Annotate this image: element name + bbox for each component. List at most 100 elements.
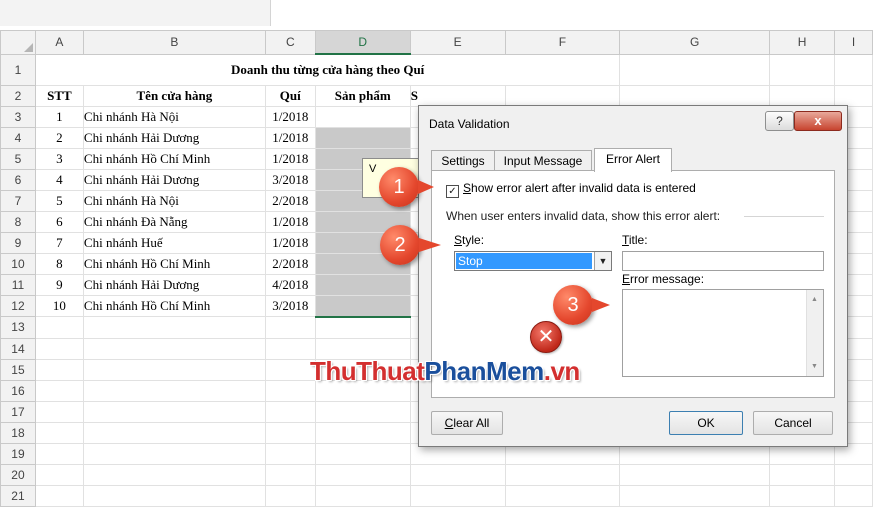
stt-cell[interactable]: 3 — [34, 147, 84, 170]
row-header[interactable]: 6 — [0, 168, 36, 191]
column-header-f[interactable]: F — [504, 30, 621, 55]
scroll-down-icon[interactable]: ▼ — [811, 363, 818, 370]
product-cell[interactable] — [314, 294, 411, 318]
error-message-input[interactable]: ▲ ▼ — [622, 289, 824, 377]
quarter-cell[interactable]: 4/2018 — [264, 273, 316, 296]
cell[interactable] — [82, 337, 266, 360]
row-header[interactable]: 4 — [0, 126, 36, 149]
cell[interactable] — [504, 84, 621, 107]
row-header[interactable]: 20 — [0, 463, 36, 486]
close-button[interactable]: x — [794, 111, 842, 131]
cell[interactable] — [769, 53, 835, 86]
row-header[interactable]: 10 — [0, 252, 36, 275]
title-input[interactable] — [622, 251, 824, 271]
cell[interactable] — [769, 463, 835, 486]
row-header[interactable]: 7 — [0, 189, 36, 212]
row-header[interactable]: 15 — [0, 358, 36, 381]
column-header-e[interactable]: E — [409, 30, 506, 55]
cell[interactable] — [34, 379, 84, 402]
cell[interactable] — [264, 484, 316, 507]
cell[interactable] — [34, 442, 84, 465]
column-header-g[interactable]: G — [619, 30, 771, 55]
cell[interactable] — [314, 463, 411, 486]
cell[interactable] — [769, 84, 835, 107]
cell[interactable] — [264, 463, 316, 486]
store-cell[interactable]: Chi nhánh Hải Dương — [82, 273, 266, 296]
cell[interactable] — [619, 484, 771, 507]
select-all-corner[interactable] — [0, 30, 36, 55]
store-cell[interactable]: Chi nhánh Hải Dương — [82, 168, 266, 191]
store-cell[interactable]: Chi nhánh Hà Nội — [82, 105, 266, 128]
row-header[interactable]: 17 — [0, 400, 36, 423]
cell[interactable] — [82, 463, 266, 486]
tab-error-alert[interactable]: Error Alert — [594, 148, 672, 172]
cell[interactable] — [619, 463, 771, 486]
row-header[interactable]: 13 — [0, 316, 36, 339]
cell[interactable] — [504, 484, 621, 507]
cell[interactable] — [264, 400, 316, 423]
column-header-a[interactable]: A — [34, 30, 84, 55]
cell[interactable] — [619, 53, 771, 86]
cell[interactable] — [504, 463, 621, 486]
cell[interactable] — [833, 484, 873, 507]
cell[interactable] — [833, 53, 873, 86]
store-cell[interactable]: Chi nhánh Đà Nẵng — [82, 210, 266, 233]
row-header[interactable]: 16 — [0, 379, 36, 402]
row-header[interactable]: 11 — [0, 273, 36, 296]
cell[interactable] — [34, 484, 84, 507]
product-cell-active[interactable] — [314, 105, 411, 128]
chevron-down-icon[interactable]: ▼ — [594, 252, 611, 270]
quarter-cell[interactable]: 2/2018 — [264, 252, 316, 275]
row-header[interactable]: 3 — [0, 105, 36, 128]
column-header-c[interactable]: C — [264, 30, 316, 55]
column-header-b[interactable]: B — [82, 30, 266, 55]
row-header[interactable]: 5 — [0, 147, 36, 170]
quarter-cell[interactable]: 1/2018 — [264, 210, 316, 233]
cell[interactable] — [264, 316, 316, 339]
cell[interactable] — [409, 484, 506, 507]
header-quarter[interactable]: Quí — [264, 84, 316, 107]
cell[interactable] — [82, 421, 266, 444]
cell[interactable] — [833, 463, 873, 486]
quarter-cell[interactable]: 2/2018 — [264, 189, 316, 212]
cell[interactable] — [314, 421, 411, 444]
show-alert-option[interactable]: ✓ Show error alert after invalid data is … — [446, 181, 696, 198]
clear-all-button[interactable]: Clear All — [431, 411, 503, 435]
cell[interactable] — [833, 84, 873, 107]
stt-cell[interactable]: 10 — [34, 294, 84, 317]
cell[interactable] — [34, 358, 84, 381]
column-header-d[interactable]: D — [314, 30, 411, 55]
row-header[interactable]: 21 — [0, 484, 36, 507]
quarter-cell[interactable]: 1/2018 — [264, 105, 316, 128]
row-header[interactable]: 19 — [0, 442, 36, 465]
stt-cell[interactable]: 4 — [34, 168, 84, 191]
stt-cell[interactable]: 9 — [34, 273, 84, 296]
header-product[interactable]: Sản phẩm — [314, 84, 411, 107]
header-stt[interactable]: STT — [34, 84, 84, 107]
column-header-i[interactable]: I — [833, 30, 873, 55]
cell[interactable] — [82, 358, 266, 381]
row-header[interactable]: 14 — [0, 337, 36, 360]
cell[interactable] — [409, 463, 506, 486]
stt-cell[interactable]: 7 — [34, 231, 84, 254]
product-cell[interactable] — [314, 126, 411, 149]
ok-button[interactable]: OK — [669, 411, 743, 435]
cell[interactable] — [82, 442, 266, 465]
cell[interactable] — [34, 400, 84, 423]
message-scrollbar[interactable]: ▲ ▼ — [806, 290, 823, 376]
row-header[interactable]: 8 — [0, 210, 36, 233]
header-partial[interactable]: S — [409, 84, 506, 107]
name-box[interactable] — [0, 0, 271, 26]
store-cell[interactable]: Chi nhánh Huế — [82, 231, 266, 254]
cell[interactable] — [769, 484, 835, 507]
dialog-titlebar[interactable]: Data Validation ? x — [419, 106, 847, 140]
quarter-cell[interactable]: 1/2018 — [264, 231, 316, 254]
cell[interactable] — [34, 337, 84, 360]
quarter-cell[interactable]: 1/2018 — [264, 147, 316, 170]
product-cell[interactable] — [314, 273, 411, 296]
column-header-h[interactable]: H — [769, 30, 835, 55]
cell[interactable] — [264, 358, 316, 381]
cell[interactable] — [314, 442, 411, 465]
store-cell[interactable]: Chi nhánh Hải Dương — [82, 126, 266, 149]
quarter-cell[interactable]: 1/2018 — [264, 126, 316, 149]
